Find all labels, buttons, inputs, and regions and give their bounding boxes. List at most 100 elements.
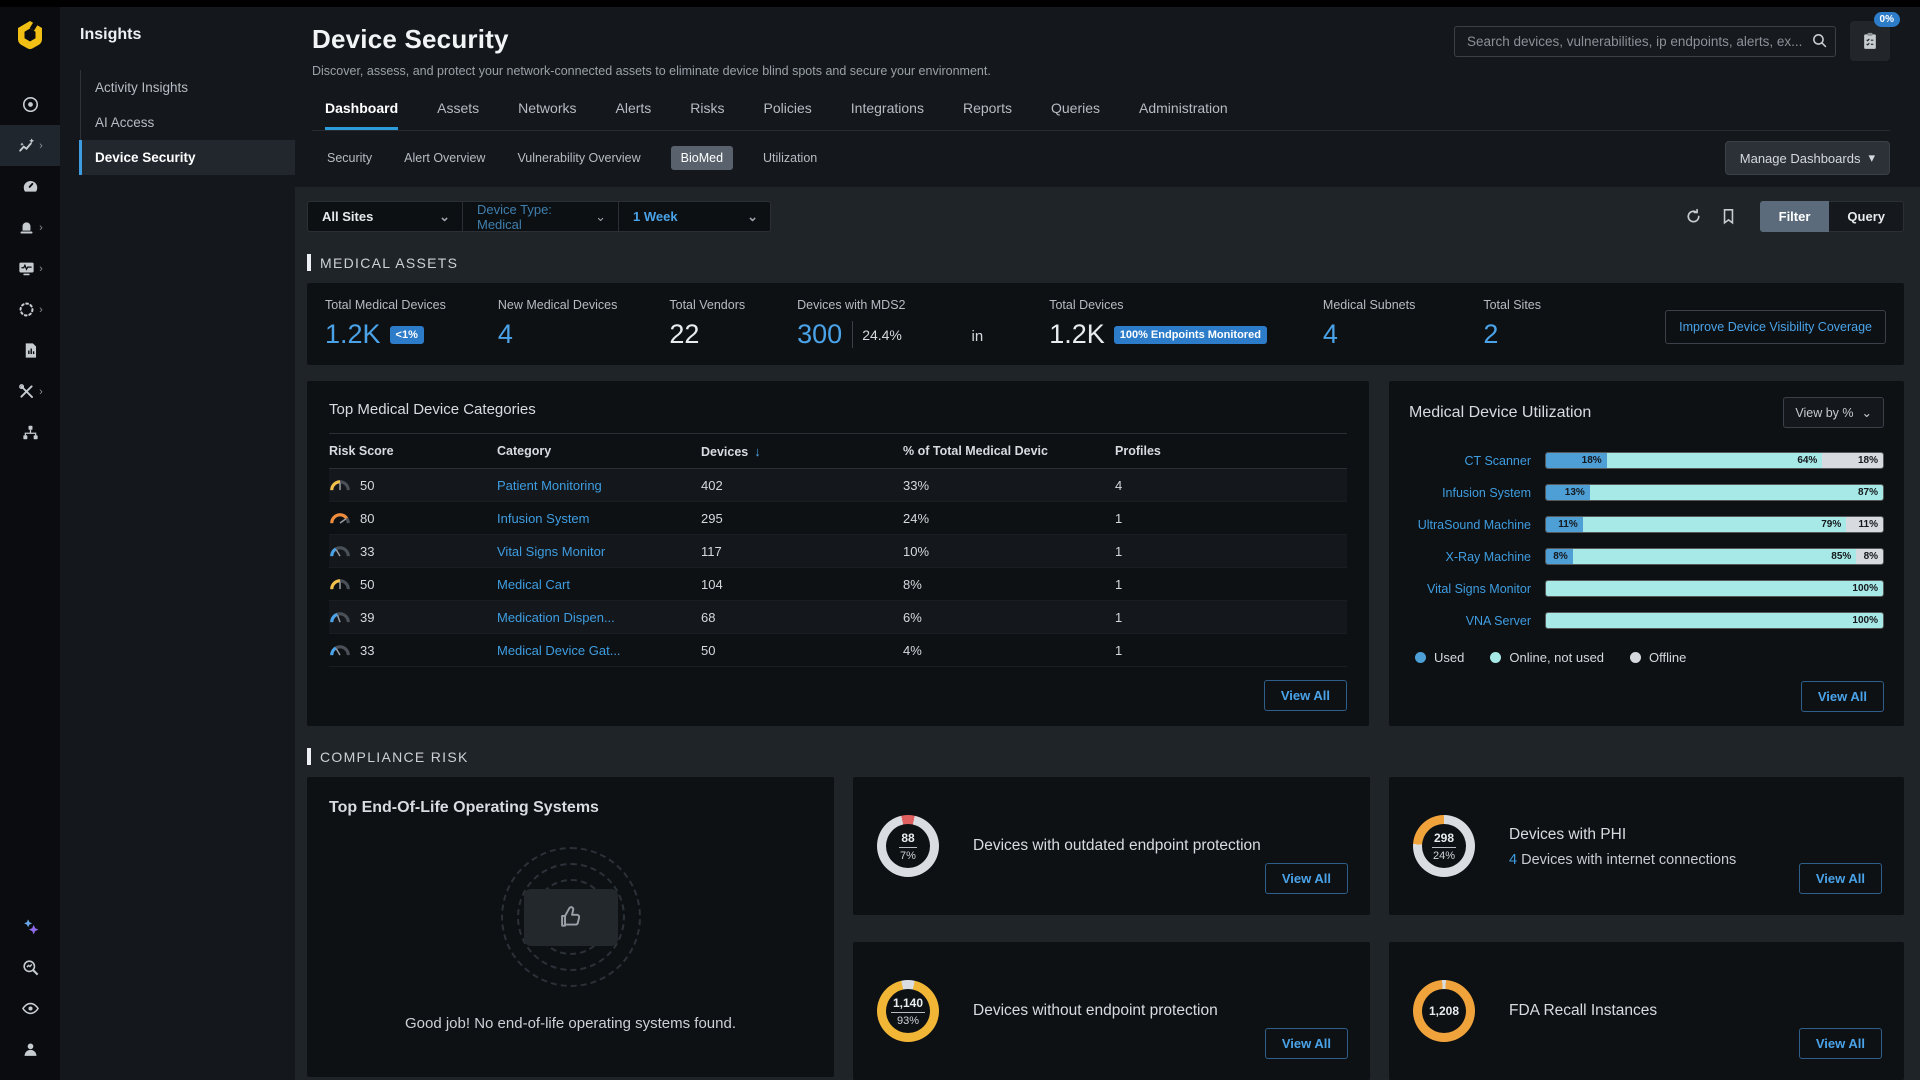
gauge-icon[interactable]	[0, 166, 60, 207]
coverage-clipboard-button[interactable]: 0%	[1850, 21, 1890, 61]
utilization-row: UltraSound Machine11%79%11%	[1409, 516, 1884, 533]
monitor-pulse-icon[interactable]: ›	[0, 248, 60, 289]
column-header-profiles[interactable]: Profiles	[1115, 444, 1347, 458]
refresh-button[interactable]	[1684, 207, 1703, 226]
category-link[interactable]: Medical Cart	[497, 577, 570, 592]
tab-administration[interactable]: Administration	[1139, 100, 1228, 130]
stat-label: New Medical Devices	[498, 298, 617, 312]
utilization-category-link[interactable]: Vital Signs Monitor	[1409, 582, 1531, 596]
bar-segment-offline: 11%	[1846, 517, 1883, 532]
donut-view-all-button[interactable]: View All	[1265, 863, 1348, 894]
tab-policies[interactable]: Policies	[764, 100, 812, 130]
utilization-view-all-button[interactable]: View All	[1801, 681, 1884, 712]
compliance-risk-section-header: COMPLIANCE RISK	[307, 748, 1904, 765]
legend-item-online-not-used: Online, not used	[1490, 650, 1604, 665]
thumbs-up-icon	[524, 889, 618, 946]
search-input[interactable]	[1454, 26, 1836, 57]
subtab-alert-overview[interactable]: Alert Overview	[402, 146, 487, 170]
search-icon[interactable]	[1811, 32, 1828, 54]
sites-dropdown[interactable]: All Sites⌄	[307, 201, 463, 232]
tab-integrations[interactable]: Integrations	[851, 100, 924, 130]
donut-value: 1,140	[891, 996, 925, 1013]
utilization-category-link[interactable]: X-Ray Machine	[1409, 550, 1531, 564]
bar-segment-online-not-used: 100%	[1546, 613, 1883, 628]
donut-center: 1,208	[1422, 989, 1466, 1033]
topology-icon[interactable]	[0, 412, 60, 453]
nav-panel-title: Insights	[60, 26, 295, 44]
insights-icon[interactable]: ›	[0, 125, 60, 166]
improve-visibility-button[interactable]: Improve Device Visibility Coverage	[1665, 310, 1886, 344]
categories-view-all-button[interactable]: View All	[1264, 680, 1347, 711]
category-link[interactable]: Medical Device Gat...	[497, 643, 621, 658]
chevron-right-icon: ›	[39, 140, 43, 152]
tab-risks[interactable]: Risks	[690, 100, 724, 130]
column-header-devices[interactable]: Devices↓	[701, 444, 903, 459]
ai-sparkles-icon[interactable]	[0, 906, 60, 947]
column-header-of-total-medical-devic[interactable]: % of Total Medical Devic	[903, 444, 1115, 458]
donut-view-all-button[interactable]: View All	[1799, 863, 1882, 894]
user-icon[interactable]	[0, 1029, 60, 1070]
category-link[interactable]: Vital Signs Monitor	[497, 544, 605, 559]
donut-view-all-button[interactable]: View All	[1799, 1028, 1882, 1059]
radar-icon[interactable]	[0, 84, 60, 125]
siren-icon[interactable]: ›	[0, 207, 60, 248]
tab-dashboard[interactable]: Dashboard	[325, 100, 398, 130]
manage-dashboards-button[interactable]: Manage Dashboards ▾	[1725, 141, 1890, 175]
subtitle-count: 4	[1509, 852, 1517, 868]
bookmark-button[interactable]	[1719, 207, 1738, 226]
utilization-bar: 100%	[1545, 612, 1884, 629]
eol-operating-systems-card: Top End-Of-Life Operating Systems Good j…	[307, 777, 834, 1077]
sidebar-item-activity-insights[interactable]: Activity Insights	[79, 70, 295, 105]
pct-total-cell: 6%	[903, 610, 1115, 625]
tab-queries[interactable]: Queries	[1051, 100, 1100, 130]
utilization-category-link[interactable]: CT Scanner	[1409, 454, 1531, 468]
utilization-category-link[interactable]: Infusion System	[1409, 486, 1531, 500]
stat-label: Total Medical Devices	[325, 298, 446, 312]
subtab-biomed[interactable]: BioMed	[671, 146, 733, 170]
profiles-cell: 1	[1115, 511, 1347, 526]
subtab-security[interactable]: Security	[325, 146, 374, 170]
eye-icon[interactable]	[0, 988, 60, 1029]
global-search	[1454, 26, 1836, 57]
dotted-circle-icon[interactable]: ›	[0, 289, 60, 330]
stat-value-row: 2	[1483, 321, 1541, 348]
category-link[interactable]: Infusion System	[497, 511, 590, 526]
donut-pct: 24%	[1433, 850, 1455, 862]
sidebar-item-device-security[interactable]: Device Security	[79, 140, 295, 175]
filter-button[interactable]: Filter	[1760, 201, 1830, 232]
tab-assets[interactable]: Assets	[437, 100, 479, 130]
armis-logo[interactable]	[0, 14, 60, 58]
view-by-dropdown[interactable]: View by % ⌄	[1783, 397, 1884, 428]
subtab-utilization[interactable]: Utilization	[761, 146, 819, 170]
query-button[interactable]: Query	[1829, 201, 1904, 232]
devices-cell: 117	[701, 544, 903, 559]
report-icon[interactable]	[0, 330, 60, 371]
search-trend-icon[interactable]	[0, 947, 60, 988]
primary-tabs: Dashboard Assets Networks Alerts Risks Polici…	[312, 100, 1890, 131]
section-accent-bar	[307, 748, 311, 765]
tab-networks[interactable]: Networks	[518, 100, 576, 130]
sidebar-item-ai-access[interactable]: AI Access	[79, 105, 295, 140]
tab-alerts[interactable]: Alerts	[616, 100, 652, 130]
column-header-category[interactable]: Category	[497, 444, 701, 458]
profiles-cell: 1	[1115, 544, 1347, 559]
category-link[interactable]: Patient Monitoring	[497, 478, 602, 493]
category-cell: Patient Monitoring	[497, 478, 701, 493]
category-link[interactable]: Medication Dispen...	[497, 610, 615, 625]
donut-view-all-button[interactable]: View All	[1265, 1028, 1348, 1059]
time-range-dropdown[interactable]: 1 Week⌄	[619, 201, 771, 232]
utilization-row: Infusion System13%87%	[1409, 484, 1884, 501]
tools-icon[interactable]: ›	[0, 371, 60, 412]
tab-reports[interactable]: Reports	[963, 100, 1012, 130]
utilization-card-title: Medical Device Utilization	[1409, 404, 1591, 422]
donut-card-devices-without-endpoint-protection: 1,14093%Devices without endpoint protect…	[853, 942, 1370, 1080]
utilization-category-link[interactable]: VNA Server	[1409, 614, 1531, 628]
subtab-vulnerability-overview[interactable]: Vulnerability Overview	[515, 146, 642, 170]
device-type-dropdown[interactable]: Device Type: Medical⌄	[463, 201, 619, 232]
donut-card-text: Devices with PHI4 Devices with internet …	[1509, 824, 1736, 868]
utilization-category-link[interactable]: UltraSound Machine	[1409, 518, 1531, 532]
table-row: 33Vital Signs Monitor11710%1	[329, 535, 1347, 568]
sort-desc-icon[interactable]: ↓	[754, 444, 761, 459]
risk-score-cell: 33	[329, 544, 497, 559]
column-header-risk-score[interactable]: Risk Score	[329, 444, 497, 458]
